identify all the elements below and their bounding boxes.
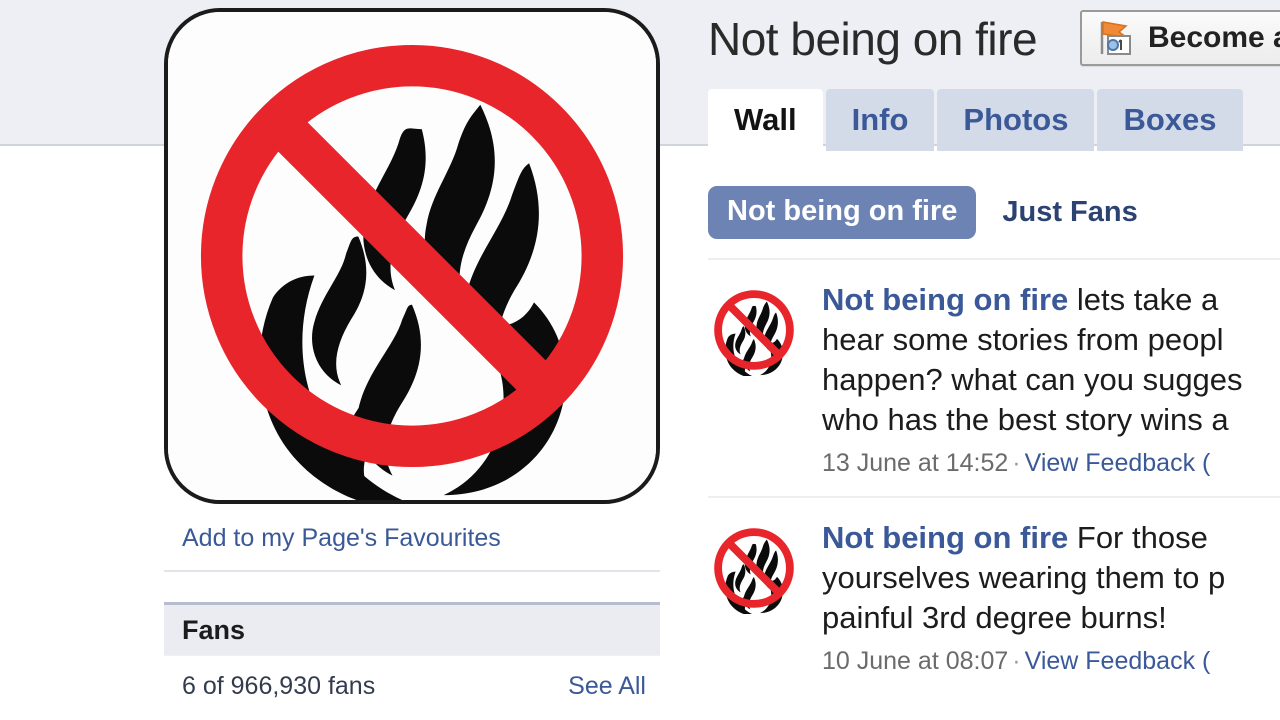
tab-wall-label: Wall	[734, 102, 797, 137]
add-to-favourites-link[interactable]: Add to my Page's Favourites	[182, 516, 501, 560]
tab-bar-underline	[700, 151, 1280, 153]
post-author-link[interactable]: Not being on fire	[822, 520, 1068, 555]
post-text-line: painful 3rd degree burns!	[822, 600, 1167, 635]
page-flag-icon	[1094, 18, 1136, 58]
wall-post: Not being on fire lets take a hear some …	[708, 258, 1280, 496]
post-text-line: who has the best story wins a	[822, 402, 1229, 437]
become-a-fan-button[interactable]: Become a	[1080, 10, 1280, 66]
post-body: Not being on fire lets take a hear some …	[822, 280, 1280, 478]
post-meta: 13 June at 14:52 · View Feedback (	[822, 449, 1280, 478]
post-body: Not being on fire For those yourselves w…	[822, 518, 1280, 676]
post-text-line: happen? what can you sugges	[822, 362, 1243, 397]
page-profile-picture[interactable]	[164, 8, 660, 504]
tab-info-label: Info	[851, 102, 909, 137]
main-content-column: Not being on fire Become a Wall Info Pho…	[700, 0, 1280, 720]
post-meta: 10 June at 08:07 · View Feedback (	[822, 647, 1280, 676]
become-a-fan-label: Become a	[1148, 21, 1280, 54]
post-timestamp: 10 June at 08:07	[822, 647, 1009, 675]
post-text-line: yourselves wearing them to p	[822, 560, 1226, 595]
post-line-1: For those	[1068, 520, 1208, 555]
fans-box: Fans 6 of 966,930 fans See All	[164, 602, 660, 720]
view-feedback-link[interactable]: View Feedback (	[1025, 449, 1211, 477]
post-author-link[interactable]: Not being on fire	[822, 282, 1068, 317]
wall-filter-bar: Not being on fire Just Fans	[708, 186, 1138, 239]
post-avatar[interactable]	[708, 284, 800, 376]
fans-count-text: 6 of 966,930 fans	[182, 672, 376, 700]
fans-box-header: Fans	[164, 605, 660, 655]
filter-page-posts-pill[interactable]: Not being on fire	[708, 186, 977, 239]
fans-box-title: Fans	[182, 614, 246, 645]
tab-photos-label: Photos	[963, 102, 1069, 137]
no-fire-prohibition-icon	[708, 284, 800, 376]
filter-page-posts-label: Not being on fire	[727, 195, 958, 227]
meta-separator-dot: ·	[1012, 647, 1021, 675]
fans-see-all-link[interactable]: See All	[568, 672, 646, 701]
page-title: Not being on fire	[708, 13, 1038, 65]
tab-boxes[interactable]: Boxes	[1097, 89, 1243, 151]
post-line-1: lets take a	[1068, 282, 1219, 317]
wall-post: Not being on fire For those yourselves w…	[708, 496, 1280, 694]
left-sidebar: Add to my Page's Favourites Fans 6 of 96…	[164, 0, 664, 720]
meta-separator-dot: ·	[1012, 449, 1021, 477]
filter-just-fans-link[interactable]: Just Fans	[1002, 196, 1137, 229]
post-timestamp: 13 June at 14:52	[822, 449, 1009, 477]
wall-post-stream: Not being on fire lets take a hear some …	[708, 258, 1280, 694]
page-tabs: Wall Info Photos Boxes	[708, 89, 1246, 151]
fans-box-summary-row: 6 of 966,930 fans See All	[164, 655, 660, 717]
favourites-row: Add to my Page's Favourites	[164, 516, 660, 572]
tab-wall[interactable]: Wall	[708, 89, 823, 151]
view-feedback-link[interactable]: View Feedback (	[1025, 647, 1211, 675]
no-fire-prohibition-icon	[708, 522, 800, 614]
no-fire-prohibition-icon	[168, 12, 656, 500]
post-text-line: hear some stories from peopl	[822, 322, 1224, 357]
post-text-line: Not being on fire lets take a	[822, 280, 1280, 320]
post-text-line: Not being on fire For those	[822, 518, 1280, 558]
tab-info[interactable]: Info	[825, 89, 935, 151]
post-avatar[interactable]	[708, 522, 800, 614]
tab-photos[interactable]: Photos	[937, 89, 1095, 151]
tab-boxes-label: Boxes	[1123, 102, 1217, 137]
